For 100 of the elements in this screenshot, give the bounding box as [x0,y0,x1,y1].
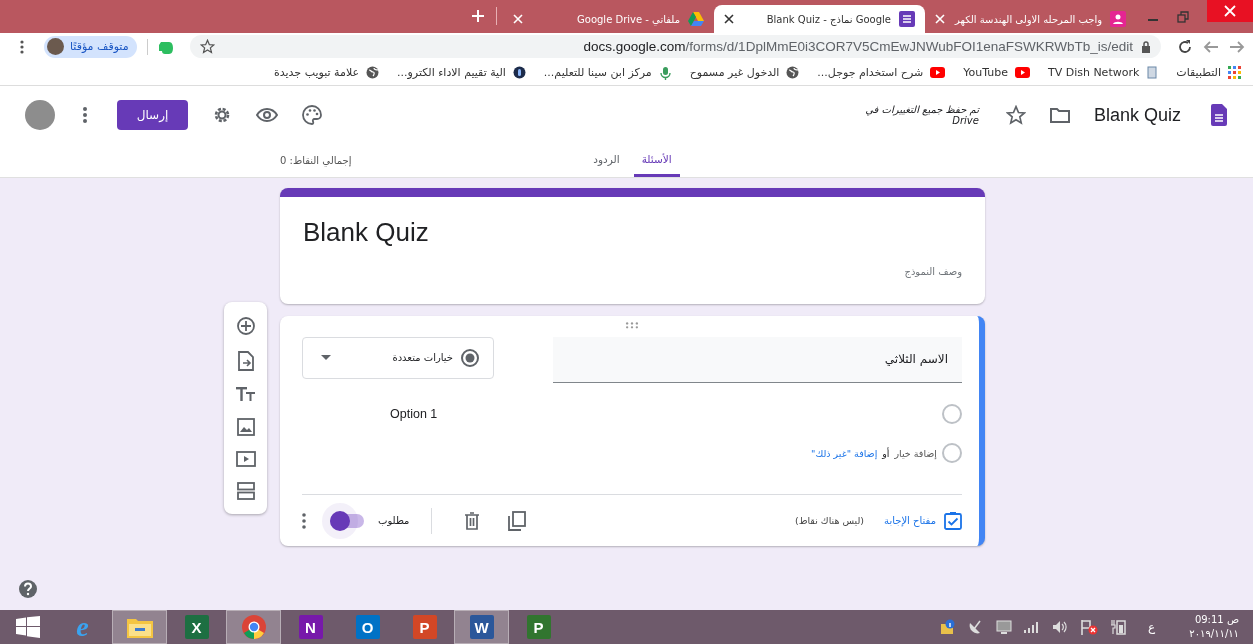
star-icon[interactable] [1005,105,1026,125]
bookmark-label: الية تقييم الاداء الكترو... [397,66,506,79]
image-icon[interactable] [236,417,255,436]
help-icon[interactable] [18,579,38,599]
microphone-icon [658,65,672,80]
clock[interactable]: ص 09:11 ٢٠١٩/١١/١١ [1189,613,1239,641]
taskbar-app[interactable]: W [454,610,509,644]
info-icon[interactable] [940,619,957,635]
app-logo: N [298,615,323,639]
browser-tab[interactable]: Google Drive - ملفاتي [503,5,714,33]
tab-title: Google Drive - ملفاتي [576,13,680,25]
taskbar-app[interactable]: O [340,610,395,644]
taskbar-app[interactable]: P [397,610,452,644]
palette-icon[interactable] [302,105,322,125]
duplicate-icon[interactable] [508,510,527,531]
star-icon[interactable] [199,39,215,54]
add-circle-icon[interactable] [235,315,256,336]
points-text: (ليس هناك نقاط) [794,515,865,527]
required-label: مطلوب [378,515,410,527]
drive-icon [688,12,704,26]
plus-icon[interactable] [471,9,485,23]
form-icon[interactable] [1211,104,1227,126]
close-button[interactable] [1207,0,1253,22]
bookmark[interactable]: الدخول غير مسموح [689,66,800,79]
close-icon [1224,5,1236,17]
form-title[interactable]: Blank Quiz [1093,104,1181,126]
video-icon[interactable] [235,450,256,467]
browser-tab[interactable]: Blank Quiz - نماذج Google [714,5,925,33]
question-title-field[interactable]: الاسم الثلاثي [553,336,962,383]
chrome-icon [240,614,267,640]
menu-dots-icon[interactable] [20,39,24,54]
restore-icon[interactable] [1177,10,1189,23]
more-options-icon[interactable] [302,512,306,529]
back-icon[interactable] [1203,39,1219,54]
required-toggle[interactable] [330,513,364,528]
browser-tab[interactable]: واجب المرحله الاولى الهندسة الكهر [925,5,1136,33]
folder-icon[interactable] [1049,107,1070,123]
option-field[interactable]: Option 1 [390,407,932,422]
taskbar-app[interactable]: X [169,610,224,644]
language-indicator[interactable]: ع [1148,620,1156,634]
signal-icon[interactable] [1024,621,1041,633]
toggle-knob[interactable] [330,510,350,531]
caret-icon [321,355,331,361]
import-icon[interactable] [236,351,255,371]
avatar[interactable] [25,100,55,130]
empty-circle-icon [942,443,962,464]
taskbar-app[interactable]: P [511,610,566,644]
form-icon [899,11,915,27]
close-icon[interactable] [724,14,734,24]
taskbar-app[interactable] [112,610,167,644]
taskbar-app[interactable] [226,610,281,644]
save-status: Drive [952,115,979,126]
app-logo: P [412,615,437,639]
app-logo: O [355,615,380,639]
form-tab[interactable]: الردود [585,144,628,177]
bookmark-label: YouTube [963,66,1008,79]
address-bar[interactable]: docs.google.com/forms/d/1DplMmE0i3COR7V5CmEwJNWubFOI1enaFSWKRWbTb_is/edit [189,35,1161,58]
bookmark-label: مركز ابن سينا للتعليم... [543,66,652,79]
bookmark[interactable]: التطبيقات [1176,66,1241,79]
description-field[interactable]: وصف النموذج [904,266,962,277]
total-points: إجمالي النقاط: 0 [280,155,352,166]
add-other-link[interactable]: إضافة "غير ذلك" [811,447,878,459]
monitor-icon[interactable] [996,619,1013,635]
flag-error-icon[interactable] [1080,619,1099,635]
forward-icon[interactable] [1229,39,1245,54]
bookmark[interactable]: علامة تبويب جديدة [274,66,379,79]
radio-button[interactable] [942,404,962,425]
profile-chip[interactable]: متوقف مؤقتًا [44,35,137,58]
bookmark[interactable]: مركز ابن سينا للتعليم... [543,65,672,80]
battery-icon[interactable] [1110,619,1127,635]
bookmark[interactable]: TV Dish Network [1047,66,1159,79]
send-button[interactable]: إرسال [117,100,188,130]
radio-button-icon [461,348,479,367]
tab-title: واجب المرحله الاولى الهندسة الكهر [953,13,1102,25]
reload-icon[interactable] [1177,38,1193,55]
text-size-icon[interactable] [235,386,256,403]
add-option-link[interactable]: إضافة خيار [894,447,937,459]
settings-icon[interactable] [212,105,232,125]
bookmark[interactable]: الية تقييم الاداء الكترو... [397,66,526,79]
trash-icon[interactable] [464,511,481,530]
or-text: أو [882,447,890,459]
bookmark[interactable]: YouTube [963,66,1030,79]
eye-icon[interactable] [256,108,278,122]
globe-icon [366,66,379,79]
section-icon[interactable] [236,482,255,501]
play-icon [930,67,946,78]
bookmark-label: الدخول غير مسموح [689,66,780,79]
url-text: docs.google.com/forms/d/1DplMmE0i3COR7V5CmEwJNWubFOI1enaFSWKRWbTb_is/edit [582,39,1133,54]
answer-key-link[interactable]: مفتاح الإجابة [884,515,936,527]
drag-handle-icon[interactable] [625,322,639,329]
question-type-dropdown[interactable]: خيارات متعددة [302,336,494,379]
speaker-icon[interactable] [1052,620,1069,634]
app-logo: X [184,615,209,639]
bookmark[interactable]: شرح استخدام جوجل... [817,66,946,79]
taskbar-app[interactable]: N [283,610,338,644]
bookmark-label: علامة تبويب جديدة [274,66,359,79]
checkbox-icon[interactable] [944,511,962,531]
quiz-title[interactable]: Blank Quiz [303,217,429,248]
bookmark-label: TV Dish Network [1047,66,1140,79]
more-options-icon[interactable] [83,107,87,123]
